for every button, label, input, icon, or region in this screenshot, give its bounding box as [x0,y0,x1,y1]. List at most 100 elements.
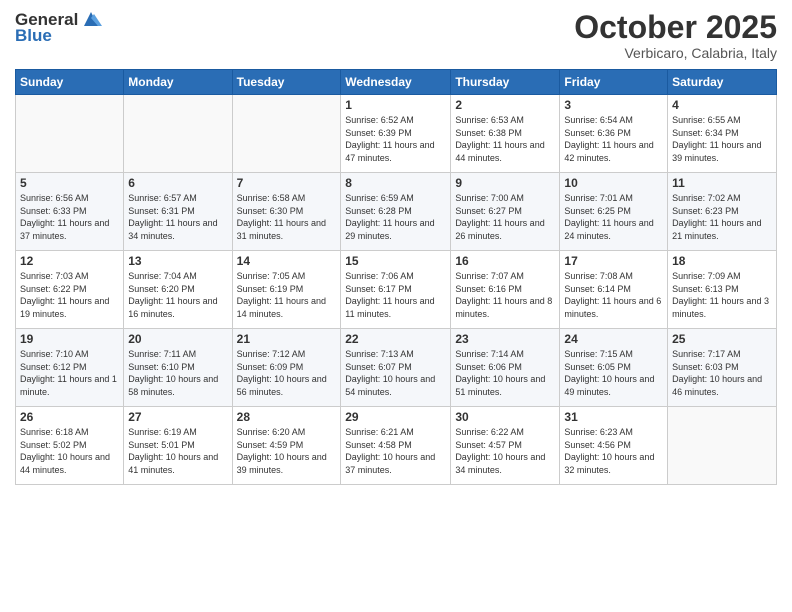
calendar-cell: 15 Sunrise: 7:06 AM Sunset: 6:17 PM Dayli… [341,251,451,329]
day-number: 3 [564,98,663,112]
day-info: Sunrise: 6:54 AM Sunset: 6:36 PM Dayligh… [564,114,663,164]
calendar-cell: 23 Sunrise: 7:14 AM Sunset: 6:06 PM Dayli… [451,329,560,407]
col-saturday: Saturday [668,70,777,95]
day-info: Sunrise: 6:58 AM Sunset: 6:30 PM Dayligh… [237,192,337,242]
day-number: 21 [237,332,337,346]
day-number: 19 [20,332,119,346]
col-tuesday: Tuesday [232,70,341,95]
day-info: Sunrise: 7:06 AM Sunset: 6:17 PM Dayligh… [345,270,446,320]
calendar-cell: 9Sunrise: 7:00 AM Sunset: 6:27 PM Daylig… [451,173,560,251]
calendar-cell: 10Sunrise: 7:01 AM Sunset: 6:25 PM Dayli… [560,173,668,251]
calendar-cell: 21 Sunrise: 7:12 AM Sunset: 6:09 PM Dayli… [232,329,341,407]
day-info: Sunrise: 6:21 AM Sunset: 4:58 PM Dayligh… [345,426,446,476]
day-number: 20 [128,332,227,346]
day-number: 14 [237,254,337,268]
day-info: Sunrise: 6:19 AM Sunset: 5:01 PM Dayligh… [128,426,227,476]
calendar-cell [16,95,124,173]
day-number: 17 [564,254,663,268]
calendar-cell: 8 Sunrise: 6:59 AM Sunset: 6:28 PM Daylig… [341,173,451,251]
col-monday: Monday [124,70,232,95]
calendar-cell: 1 Sunrise: 6:52 AM Sunset: 6:39 PM Daylig… [341,95,451,173]
day-number: 15 [345,254,446,268]
calendar-cell: 19Sunrise: 7:10 AM Sunset: 6:12 PM Dayli… [16,329,124,407]
day-number: 23 [455,332,555,346]
col-thursday: Thursday [451,70,560,95]
day-info: Sunrise: 6:57 AM Sunset: 6:31 PM Dayligh… [128,192,227,242]
day-info: Sunrise: 7:11 AM Sunset: 6:10 PM Dayligh… [128,348,227,398]
day-info: Sunrise: 7:13 AM Sunset: 6:07 PM Dayligh… [345,348,446,398]
day-info: Sunrise: 7:02 AM Sunset: 6:23 PM Dayligh… [672,192,772,242]
calendar-cell: 6 Sunrise: 6:57 AM Sunset: 6:31 PM Daylig… [124,173,232,251]
logo-icon [80,8,102,30]
day-info: Sunrise: 6:55 AM Sunset: 6:34 PM Dayligh… [672,114,772,164]
day-info: Sunrise: 6:59 AM Sunset: 6:28 PM Dayligh… [345,192,446,242]
calendar-cell: 2Sunrise: 6:53 AM Sunset: 6:38 PM Daylig… [451,95,560,173]
calendar-table: Sunday Monday Tuesday Wednesday Thursday… [15,69,777,485]
day-info: Sunrise: 6:52 AM Sunset: 6:39 PM Dayligh… [345,114,446,164]
calendar-cell: 22Sunrise: 7:13 AM Sunset: 6:07 PM Dayli… [341,329,451,407]
calendar-cell: 18Sunrise: 7:09 AM Sunset: 6:13 PM Dayli… [668,251,777,329]
day-info: Sunrise: 6:53 AM Sunset: 6:38 PM Dayligh… [455,114,555,164]
col-friday: Friday [560,70,668,95]
calendar-cell: 26Sunrise: 6:18 AM Sunset: 5:02 PM Dayli… [16,407,124,485]
calendar-cell [668,407,777,485]
day-info: Sunrise: 6:56 AM Sunset: 6:33 PM Dayligh… [20,192,119,242]
calendar-cell: 14 Sunrise: 7:05 AM Sunset: 6:19 PM Dayli… [232,251,341,329]
day-number: 31 [564,410,663,424]
day-info: Sunrise: 7:08 AM Sunset: 6:14 PM Dayligh… [564,270,663,320]
calendar-week-4: 19Sunrise: 7:10 AM Sunset: 6:12 PM Dayli… [16,329,777,407]
calendar-cell: 12Sunrise: 7:03 AM Sunset: 6:22 PM Dayli… [16,251,124,329]
day-info: Sunrise: 7:00 AM Sunset: 6:27 PM Dayligh… [455,192,555,242]
day-number: 5 [20,176,119,190]
day-number: 28 [237,410,337,424]
day-number: 8 [345,176,446,190]
day-info: Sunrise: 6:23 AM Sunset: 4:56 PM Dayligh… [564,426,663,476]
calendar-cell: 13 Sunrise: 7:04 AM Sunset: 6:20 PM Dayli… [124,251,232,329]
day-info: Sunrise: 7:07 AM Sunset: 6:16 PM Dayligh… [455,270,555,320]
day-number: 26 [20,410,119,424]
day-info: Sunrise: 6:20 AM Sunset: 4:59 PM Dayligh… [237,426,337,476]
logo-blue: Blue [15,26,52,46]
calendar-week-3: 12Sunrise: 7:03 AM Sunset: 6:22 PM Dayli… [16,251,777,329]
day-number: 1 [345,98,446,112]
calendar-cell: 28 Sunrise: 6:20 AM Sunset: 4:59 PM Dayli… [232,407,341,485]
day-number: 12 [20,254,119,268]
page: General Blue October 2025 Verbicaro, Cal… [0,0,792,612]
calendar-cell: 20 Sunrise: 7:11 AM Sunset: 6:10 PM Dayli… [124,329,232,407]
day-info: Sunrise: 7:04 AM Sunset: 6:20 PM Dayligh… [128,270,227,320]
calendar-week-2: 5 Sunrise: 6:56 AM Sunset: 6:33 PM Daylig… [16,173,777,251]
calendar-cell: 31 Sunrise: 6:23 AM Sunset: 4:56 PM Dayli… [560,407,668,485]
calendar-cell: 4 Sunrise: 6:55 AM Sunset: 6:34 PM Daylig… [668,95,777,173]
calendar-cell: 25Sunrise: 7:17 AM Sunset: 6:03 PM Dayli… [668,329,777,407]
calendar-cell [124,95,232,173]
calendar-cell [232,95,341,173]
day-number: 6 [128,176,227,190]
day-number: 7 [237,176,337,190]
logo: General Blue [15,10,102,46]
day-number: 11 [672,176,772,190]
header: General Blue October 2025 Verbicaro, Cal… [15,10,777,61]
day-number: 29 [345,410,446,424]
day-info: Sunrise: 6:22 AM Sunset: 4:57 PM Dayligh… [455,426,555,476]
day-number: 4 [672,98,772,112]
calendar-header-row: Sunday Monday Tuesday Wednesday Thursday… [16,70,777,95]
day-info: Sunrise: 7:12 AM Sunset: 6:09 PM Dayligh… [237,348,337,398]
day-info: Sunrise: 7:05 AM Sunset: 6:19 PM Dayligh… [237,270,337,320]
calendar-cell: 29 Sunrise: 6:21 AM Sunset: 4:58 PM Dayli… [341,407,451,485]
col-sunday: Sunday [16,70,124,95]
day-number: 27 [128,410,227,424]
day-info: Sunrise: 7:14 AM Sunset: 6:06 PM Dayligh… [455,348,555,398]
day-number: 13 [128,254,227,268]
calendar-cell: 3 Sunrise: 6:54 AM Sunset: 6:36 PM Daylig… [560,95,668,173]
day-number: 18 [672,254,772,268]
day-info: Sunrise: 7:01 AM Sunset: 6:25 PM Dayligh… [564,192,663,242]
day-info: Sunrise: 7:15 AM Sunset: 6:05 PM Dayligh… [564,348,663,398]
day-number: 24 [564,332,663,346]
col-wednesday: Wednesday [341,70,451,95]
calendar-cell: 30Sunrise: 6:22 AM Sunset: 4:57 PM Dayli… [451,407,560,485]
calendar-cell: 27 Sunrise: 6:19 AM Sunset: 5:01 PM Dayli… [124,407,232,485]
month-title: October 2025 [574,10,777,45]
calendar-cell: 11 Sunrise: 7:02 AM Sunset: 6:23 PM Dayli… [668,173,777,251]
calendar-week-1: 1 Sunrise: 6:52 AM Sunset: 6:39 PM Daylig… [16,95,777,173]
calendar-cell: 16Sunrise: 7:07 AM Sunset: 6:16 PM Dayli… [451,251,560,329]
